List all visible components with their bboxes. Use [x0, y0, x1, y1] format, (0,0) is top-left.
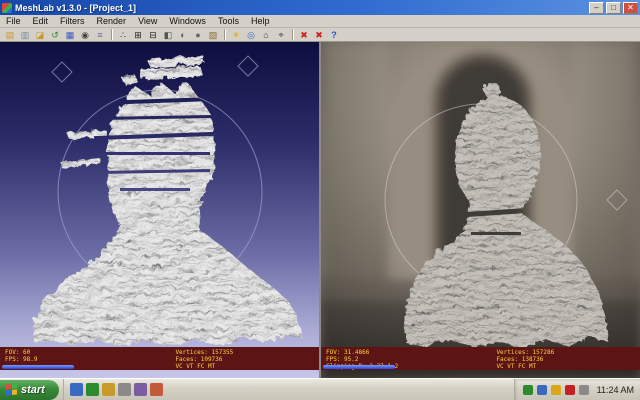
menu-bar: File Edit Filters Render View Windows To…: [0, 15, 640, 28]
zoom-fit-icon[interactable]: ⌖: [274, 28, 288, 41]
tray-security-icon[interactable]: [564, 384, 575, 395]
menu-help[interactable]: Help: [245, 15, 276, 28]
tray-antivirus-icon[interactable]: [522, 384, 533, 395]
toolbar-separator: [111, 29, 112, 40]
start-label: start: [21, 383, 45, 396]
viewport-area: FOV: 60 FPS: 98.9 Vertices: 157355 Faces…: [0, 42, 640, 378]
smooth-shade-icon[interactable]: ●: [191, 28, 205, 41]
layers-icon[interactable]: ≡: [93, 28, 107, 41]
mesh-render-right: [384, 80, 628, 348]
progress-bar: [2, 365, 74, 369]
status-pane-left: FOV: 60 FPS: 98.9 Vertices: 157355 Faces…: [0, 347, 319, 370]
window-title: MeshLab v1.3.0 - [Project_1]: [15, 2, 137, 13]
points-mode-icon[interactable]: ∴: [116, 28, 130, 41]
taskbar-empty-area: [169, 379, 514, 400]
mesh-flags: VC VT FC MT: [175, 363, 216, 370]
help-icon[interactable]: ?: [327, 28, 341, 41]
menu-tools[interactable]: Tools: [212, 15, 245, 28]
windows-taskbar: start 11:24 AM: [0, 378, 640, 400]
reload-mesh-icon[interactable]: ↺: [48, 28, 62, 41]
main-toolbar: ▤ ▥ ◪ ↺ ▦ ◉ ≡ ∴ ⊞ ⊟ ◧ ◐ ● ▨ ☀ ◎ ⌂ ⌖ ✖ ✖ …: [0, 28, 640, 42]
system-tray: 11:24 AM: [513, 378, 640, 400]
menu-windows[interactable]: Windows: [163, 15, 212, 28]
windows-logo-icon: [6, 383, 17, 396]
menu-filters[interactable]: Filters: [54, 15, 91, 28]
toolbar-separator: [224, 29, 225, 40]
quicklaunch-desktop-icon[interactable]: [85, 383, 99, 396]
fov-readout: FOV: 60: [5, 349, 31, 356]
save-project-icon[interactable]: ▥: [18, 28, 32, 41]
vertices-readout: Vertices: 157355: [175, 349, 234, 356]
light-toggle-icon[interactable]: ☀: [229, 28, 243, 41]
title-bar: MeshLab v1.3.0 - [Project_1] – □ ✕: [0, 0, 640, 15]
snapshot-icon[interactable]: ◉: [78, 28, 92, 41]
menu-render[interactable]: Render: [91, 15, 133, 28]
menu-edit[interactable]: Edit: [27, 15, 55, 28]
fov-readout: FOV: 31.4866: [326, 349, 370, 356]
toolbar-separator: [292, 29, 293, 40]
delete-raster-icon[interactable]: ✖: [312, 28, 326, 41]
delete-mesh-icon[interactable]: ✖: [297, 28, 311, 41]
open-mesh-icon[interactable]: ◪: [33, 28, 47, 41]
mesh-flags: VC VT FC MT: [496, 363, 537, 370]
start-button[interactable]: start: [0, 379, 59, 400]
quicklaunch-media-icon[interactable]: [117, 383, 131, 396]
viewport-right[interactable]: FOV: 31.4866 FPS: 95.2 Clipping R: 2.37 …: [321, 42, 640, 378]
menu-view[interactable]: View: [132, 15, 163, 28]
texture-mode-icon[interactable]: ▨: [206, 28, 220, 41]
quicklaunch-browser-icon[interactable]: [69, 383, 83, 396]
tray-volume-icon[interactable]: [578, 384, 589, 395]
fps-readout: FPS: 98.9: [5, 356, 38, 363]
bust-mesh-left: [31, 54, 301, 345]
status-pane-right: FOV: 31.4866 FPS: 95.2 Clipping R: 2.37 …: [321, 347, 640, 370]
quick-launch: [62, 378, 169, 400]
wireframe-mode-icon[interactable]: ⊞: [131, 28, 145, 41]
home-view-icon[interactable]: ⌂: [259, 28, 273, 41]
quicklaunch-mail-icon[interactable]: [133, 383, 147, 396]
flat-shade-icon[interactable]: ◐: [176, 28, 190, 41]
tray-network-icon[interactable]: [536, 384, 547, 395]
vertices-readout: Vertices: 157286: [496, 349, 555, 356]
open-project-icon[interactable]: ▤: [3, 28, 17, 41]
menu-file[interactable]: File: [0, 15, 27, 28]
trackball-icon[interactable]: ◎: [244, 28, 258, 41]
maximize-button[interactable]: □: [606, 1, 621, 14]
app-icon: [2, 2, 12, 13]
quicklaunch-folder-icon[interactable]: [101, 383, 115, 396]
hidden-lines-icon[interactable]: ⊟: [146, 28, 160, 41]
flat-lines-icon[interactable]: ◧: [161, 28, 175, 41]
fps-readout: FPS: 95.2: [326, 356, 359, 363]
faces-readout: Faces: 109736: [175, 356, 223, 363]
close-button[interactable]: ✕: [623, 1, 638, 14]
mesh-render-left: [31, 54, 301, 345]
tray-update-icon[interactable]: [550, 384, 561, 395]
quicklaunch-app-icon[interactable]: [149, 383, 163, 396]
viewport-left[interactable]: FOV: 60 FPS: 98.9 Vertices: 157355 Faces…: [0, 42, 319, 378]
save-mesh-icon[interactable]: ▦: [63, 28, 77, 41]
minimize-button[interactable]: –: [589, 1, 604, 14]
taskbar-clock[interactable]: 11:24 AM: [593, 385, 634, 395]
faces-readout: Faces: 138736: [496, 356, 544, 363]
progress-bar: [323, 365, 395, 369]
